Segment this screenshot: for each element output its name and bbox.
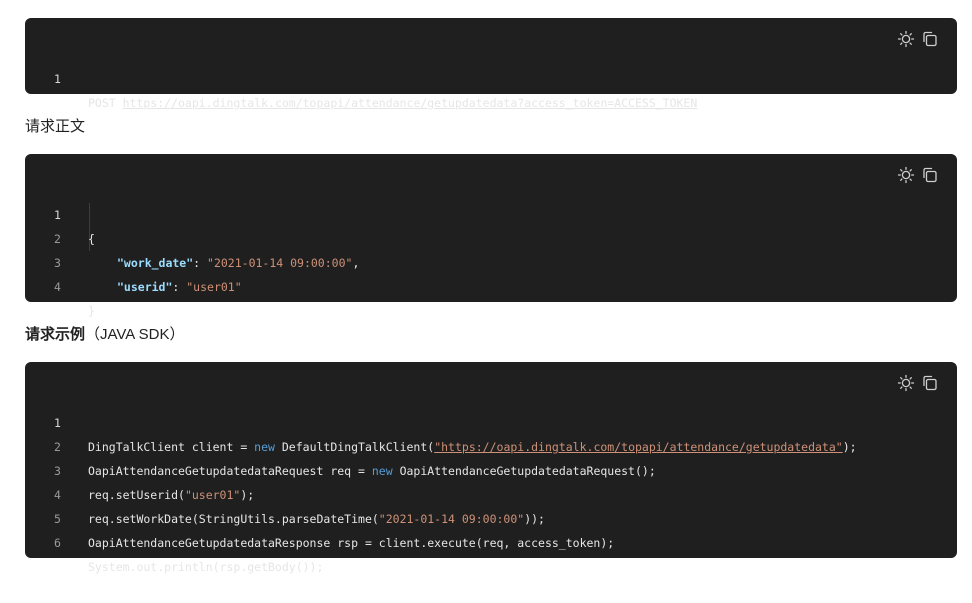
json-comma: , [352, 256, 360, 270]
code-line: 1 DingTalkClient client = new DefaultDin… [25, 387, 857, 454]
code-text: req.setUserid( [88, 488, 185, 502]
code-line: 1 { [25, 179, 95, 246]
sdk-url-link[interactable]: "https://oapi.dingtalk.com/topapi/attend… [434, 440, 843, 454]
section-heading-request-example: 请求示例（JAVA SDK） [25, 323, 185, 344]
copy-icon[interactable] [921, 30, 939, 48]
code-text: )); [524, 512, 545, 526]
code-line: 6 System.out.println(rsp.getBody()); [25, 507, 323, 574]
keyword-new: new [254, 440, 275, 454]
http-method: POST [88, 96, 123, 110]
sun-icon[interactable] [897, 374, 915, 392]
code-line: 5 OapiAttendanceGetupdatedataResponse rs… [25, 483, 614, 550]
code-line: 3 req.setUserid("user01"); [25, 435, 254, 502]
code-toolbar [897, 30, 939, 48]
string-literal: "user01" [184, 488, 241, 502]
line-number: 2 [54, 232, 61, 246]
string-literal: "2021-01-14 09:00:00" [378, 512, 525, 526]
json-separator: : [172, 280, 187, 294]
code-text: DefaultDingTalkClient( [274, 440, 435, 454]
line-number: 4 [54, 280, 61, 294]
line-number: 3 [54, 256, 61, 270]
line-number: 2 [54, 440, 61, 454]
line-number: 4 [54, 488, 61, 502]
json-key: "userid" [117, 280, 173, 294]
section-heading-request-body: 请求正文 [25, 118, 86, 135]
code-text: OapiAttendanceGetupdatedataRequest(); [392, 464, 656, 478]
code-text: req.setWorkDate(StringUtils.parseDateTim… [88, 512, 379, 526]
json-value: "2021-01-14 09:00:00" [207, 256, 353, 270]
code-text: } [88, 304, 95, 318]
copy-icon[interactable] [921, 374, 939, 392]
line-number: 5 [54, 512, 61, 526]
code-text: ); [240, 488, 255, 502]
heading-sub: （JAVA SDK） [85, 326, 185, 343]
code-line: 2 "work_date": "2021-01-14 09:00:00", [25, 203, 359, 270]
code-line: 2 OapiAttendanceGetupdatedataRequest req… [25, 411, 656, 478]
sdk-example-code-block: 1 DingTalkClient client = new DefaultDin… [25, 362, 957, 574]
json-key: "work_date" [117, 256, 194, 270]
request-url-code-block: 1 POST https://oapi.dingtalk.com/topapi/… [25, 18, 957, 110]
code-toolbar [897, 166, 939, 184]
code-text: OapiAttendanceGetupdatedataResponse rsp … [88, 536, 615, 550]
code-line: 1 POST https://oapi.dingtalk.com/topapi/… [25, 43, 697, 110]
copy-icon[interactable] [921, 166, 939, 184]
code-text: System.out.println(rsp.getBody()); [88, 560, 324, 574]
line-number: 1 [54, 72, 61, 86]
request-body-code-block: 1 { 2 "work_date": "2021-01-14 09:00:00"… [25, 154, 957, 318]
code-text: OapiAttendanceGetupdatedataRequest req = [88, 464, 372, 478]
sun-icon[interactable] [897, 166, 915, 184]
line-number: 1 [54, 208, 61, 222]
line-number: 6 [54, 536, 61, 550]
line-number: 3 [54, 464, 61, 478]
line-number: 1 [54, 416, 61, 430]
json-separator: : [193, 256, 208, 270]
code-line: 4 } [25, 251, 95, 318]
request-url-link[interactable]: https://oapi.dingtalk.com/topapi/attenda… [123, 96, 698, 110]
sun-icon[interactable] [897, 30, 915, 48]
code-text: ); [842, 440, 857, 454]
json-value: "user01" [186, 280, 242, 294]
keyword-new: new [371, 464, 393, 478]
code-line: 4 req.setWorkDate(StringUtils.parseDateT… [25, 459, 545, 526]
code-line: 3 "userid": "user01" [25, 227, 242, 294]
code-toolbar [897, 374, 939, 392]
code-text: DingTalkClient client = [88, 440, 255, 454]
heading-main: 请求示例 [25, 326, 86, 343]
code-text: { [88, 232, 95, 246]
